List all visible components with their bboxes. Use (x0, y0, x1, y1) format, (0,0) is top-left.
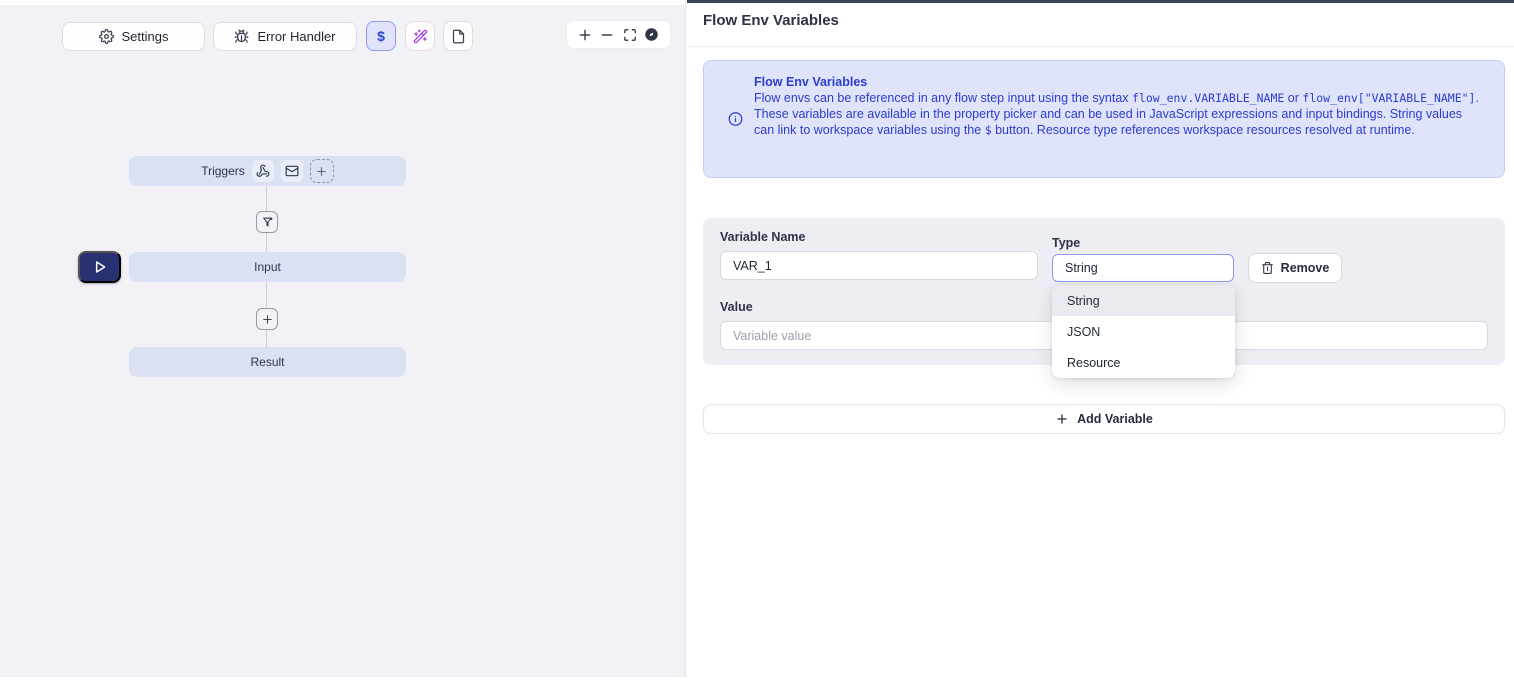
add-variable-label: Add Variable (1077, 412, 1153, 426)
alert-text-pre: Flow envs can be referenced in any flow … (754, 91, 1132, 105)
canvas-controls (566, 20, 671, 49)
gear-icon (99, 29, 114, 44)
flow-env-panel: Flow Env Variables Flow Env Variables Fl… (687, 0, 1514, 684)
type-option-resource[interactable]: Resource (1052, 347, 1235, 378)
remove-variable-button[interactable]: Remove (1248, 253, 1342, 283)
triggers-node[interactable]: Triggers (129, 156, 406, 186)
input-node-label: Input (254, 260, 281, 274)
ai-wand-button[interactable] (405, 21, 435, 51)
canvas-top-gap (0, 0, 685, 5)
info-icon (728, 112, 743, 127)
export-doc-button[interactable] (443, 21, 473, 51)
page-title: Flow Env Variables (703, 12, 839, 29)
trash-icon (1261, 261, 1274, 275)
input-node[interactable]: Input (129, 252, 406, 282)
compass-icon[interactable] (643, 26, 661, 44)
error-handler-button[interactable]: Error Handler (213, 22, 357, 51)
result-node-label: Result (250, 355, 284, 369)
variable-name-label: Variable Name (720, 230, 805, 244)
alert-title: Flow Env Variables (754, 74, 1485, 90)
alert-code-3: $ (985, 123, 992, 137)
variable-name-input[interactable] (720, 251, 1038, 280)
run-flow-button[interactable] (78, 251, 121, 283)
header-divider (687, 46, 1514, 47)
alert-body: Flow Env Variables Flow envs can be refe… (754, 74, 1485, 138)
add-trigger-button[interactable] (310, 159, 334, 183)
flow-canvas[interactable]: Settings Error Handler $ (0, 0, 686, 677)
triggers-node-label: Triggers (201, 164, 245, 178)
value-label: Value (720, 300, 753, 314)
file-icon (451, 29, 466, 44)
settings-button-label: Settings (122, 29, 169, 44)
zoom-in-button[interactable] (576, 26, 594, 44)
webhook-icon[interactable] (252, 160, 274, 182)
magic-wand-icon (413, 29, 428, 44)
type-option-json[interactable]: JSON (1052, 316, 1235, 347)
result-node[interactable]: Result (129, 347, 406, 377)
alert-text-mid1: or (1284, 91, 1302, 105)
alert-code-1: flow_env.VARIABLE_NAME (1132, 91, 1284, 105)
bug-icon (234, 29, 249, 44)
add-step-button[interactable] (256, 308, 278, 330)
dollar-sign-label: $ (377, 28, 385, 44)
plus-icon (261, 313, 274, 326)
mail-icon[interactable] (281, 160, 303, 182)
preprocessor-filter-button[interactable] (256, 211, 278, 233)
zoom-out-button[interactable] (598, 26, 616, 44)
type-dropdown-menu: String JSON Resource (1052, 285, 1235, 378)
remove-button-label: Remove (1281, 261, 1330, 275)
filter-icon (261, 216, 274, 229)
settings-button[interactable]: Settings (62, 22, 205, 51)
plus-icon (1055, 412, 1069, 426)
plus-icon (315, 165, 328, 178)
type-select[interactable] (1052, 254, 1234, 282)
flow-env-dollar-button[interactable]: $ (366, 21, 396, 51)
alert-code-2: flow_env["VARIABLE_NAME"] (1302, 91, 1475, 105)
fit-view-button[interactable] (621, 26, 639, 44)
type-label: Type (1052, 236, 1080, 250)
alert-text-mid3: button. Resource type references workspa… (992, 123, 1415, 137)
type-option-string[interactable]: String (1052, 285, 1235, 316)
add-variable-button[interactable]: Add Variable (703, 404, 1505, 434)
play-icon (92, 259, 108, 275)
info-alert: Flow Env Variables Flow envs can be refe… (703, 60, 1505, 178)
error-handler-button-label: Error Handler (257, 29, 335, 44)
